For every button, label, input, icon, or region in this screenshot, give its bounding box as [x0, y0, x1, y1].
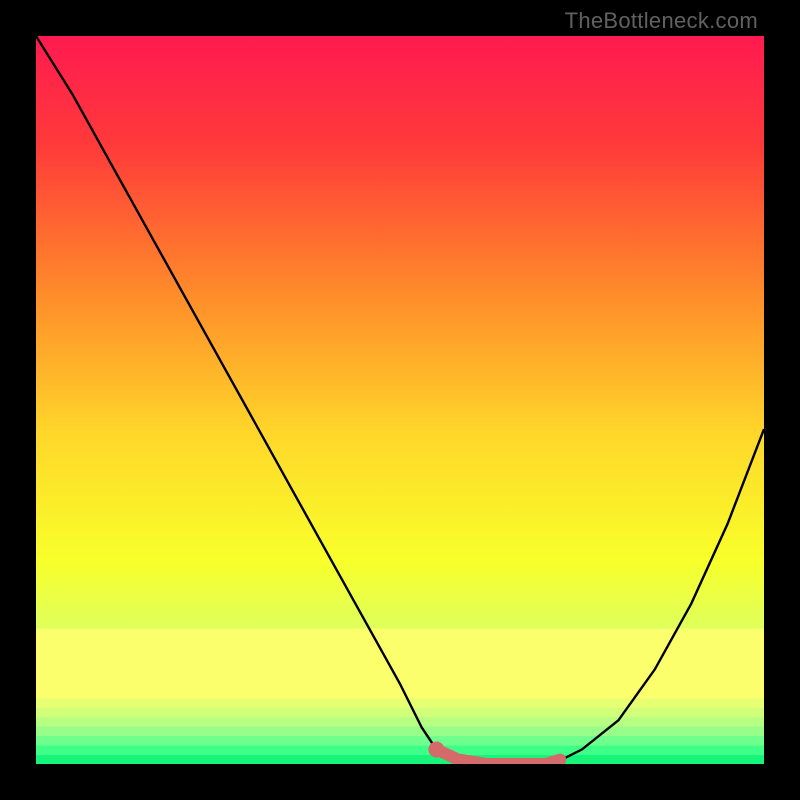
band: [36, 717, 764, 727]
chart-container: TheBottleneck.com: [0, 0, 800, 800]
watermark-text: TheBottleneck.com: [565, 8, 758, 34]
plot-area: [36, 36, 764, 764]
bottom-bands: [36, 629, 764, 764]
band: [36, 698, 764, 708]
band: [36, 707, 764, 717]
chart-svg: [36, 36, 764, 764]
band: [36, 629, 764, 699]
band: [36, 745, 764, 755]
band: [36, 755, 764, 764]
band: [36, 726, 764, 736]
optimal-marker-start: [428, 741, 444, 757]
band: [36, 736, 764, 746]
